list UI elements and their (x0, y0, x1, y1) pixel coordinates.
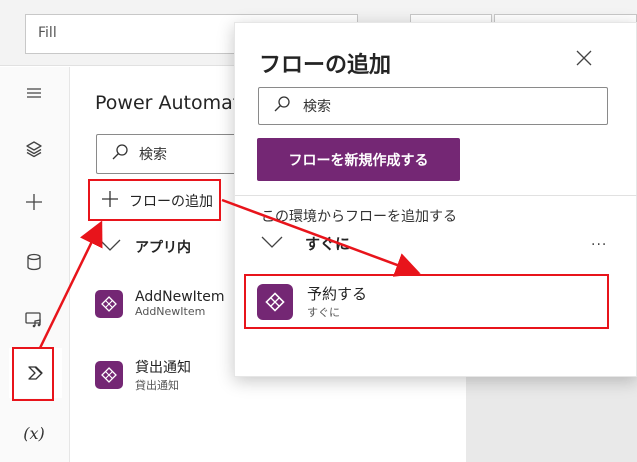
search-icon (273, 95, 291, 117)
divider (235, 195, 637, 196)
flow-name: 貸出通知 (135, 360, 191, 376)
more-options-icon[interactable]: ··· (591, 237, 607, 253)
layers-icon[interactable] (19, 134, 49, 164)
media-icon[interactable] (19, 304, 49, 334)
create-new-flow-button[interactable]: フローを新規作成する (257, 138, 460, 181)
flow-icon (95, 289, 123, 318)
hamburger-icon[interactable] (19, 78, 49, 108)
chevron-down-icon (99, 238, 121, 256)
panel-search-placeholder: 検索 (139, 147, 167, 163)
flow-list-item[interactable]: 貸出通知 貸出通知 (95, 357, 191, 393)
highlight-box-rail (12, 347, 54, 401)
flow-icon (95, 361, 123, 389)
variables-icon[interactable]: (x) (19, 418, 49, 448)
flow-subtitle: 貸出通知 (135, 379, 179, 392)
highlight-box-flow-item (244, 274, 609, 329)
panel-title: Power Automate (95, 92, 252, 114)
instant-section-header[interactable]: すぐに (261, 233, 350, 254)
plus-icon[interactable] (19, 187, 49, 217)
variables-label: (x) (23, 423, 45, 443)
flow-subtitle: AddNewItem (135, 305, 206, 318)
close-icon[interactable] (571, 45, 597, 71)
chevron-down-icon (261, 235, 283, 253)
dialog-title: フローの追加 (259, 53, 392, 78)
dialog-search-placeholder: 検索 (303, 99, 331, 115)
flow-name: AddNewItem (135, 289, 225, 305)
in-app-section-label: アプリ内 (135, 240, 191, 256)
left-rail: (x) (0, 67, 70, 462)
search-icon (111, 143, 129, 165)
dialog-search-input[interactable]: 検索 (258, 87, 608, 125)
environment-label: この環境からフローを追加する (261, 209, 457, 225)
database-icon[interactable] (19, 247, 49, 277)
flow-list-item[interactable]: AddNewItem AddNewItem (95, 289, 225, 318)
in-app-section-header[interactable]: アプリ内 (99, 237, 191, 257)
highlight-box-add-flow (88, 179, 221, 221)
instant-section-label: すぐに (305, 235, 351, 253)
